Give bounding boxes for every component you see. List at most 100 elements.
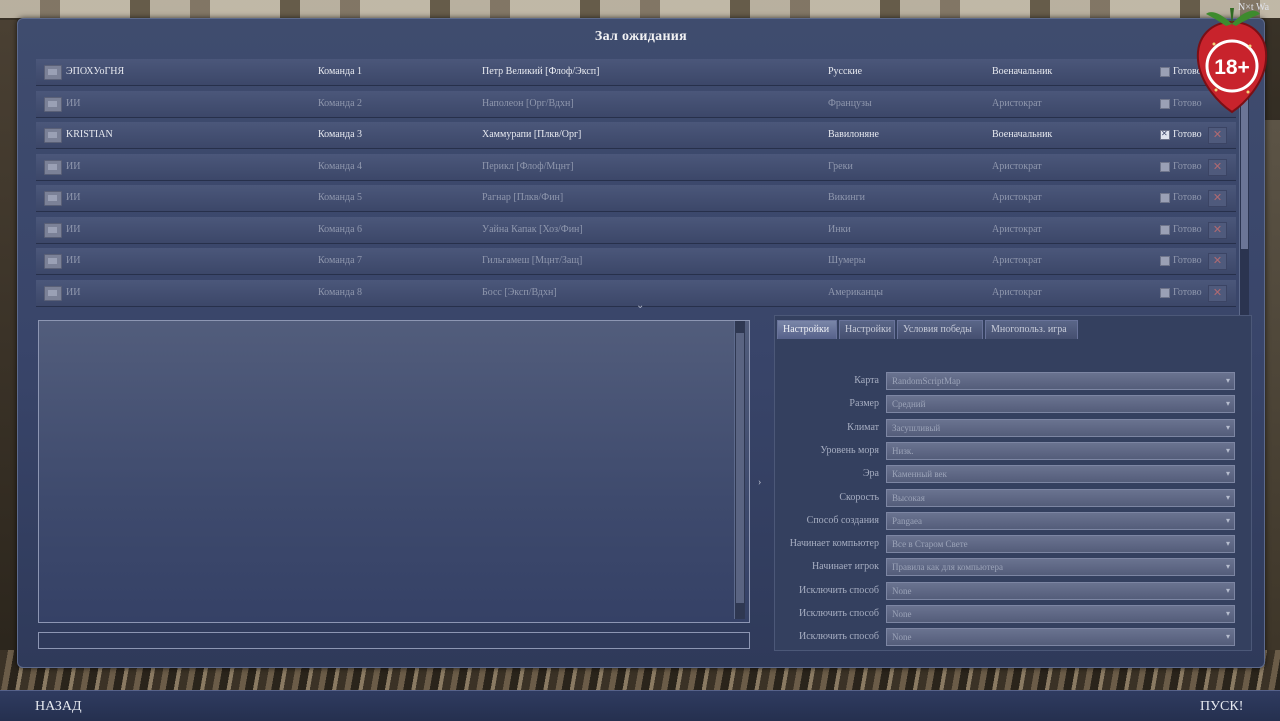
player-name[interactable]: ИИ (66, 224, 80, 235)
chat-input[interactable] (38, 632, 750, 649)
chat-scrollbar[interactable] (734, 321, 745, 619)
ready-label: Готово (1173, 129, 1202, 140)
collapse-arrow-icon[interactable]: ⌄ (636, 300, 644, 311)
setting-dropdown[interactable]: RandomScriptMap ▾ (886, 372, 1235, 390)
setting-value: RandomScriptMap (892, 376, 961, 386)
player-slot-icon[interactable] (44, 285, 62, 301)
ready-label: Готово (1173, 192, 1202, 203)
player-name[interactable]: ИИ (66, 98, 80, 109)
ready-checkbox[interactable] (1160, 98, 1170, 109)
player-team[interactable]: Команда 6 (318, 224, 362, 235)
player-team[interactable]: Команда 7 (318, 255, 362, 266)
kick-player-icon[interactable]: ✕ (1208, 284, 1227, 302)
player-slot-icon[interactable] (44, 159, 62, 175)
player-trait: Аристократ (992, 192, 1042, 203)
player-leader[interactable]: Уайна Капак [Хоз/Фин] (482, 224, 583, 235)
player-leader[interactable]: Петр Великий [Флоф/Эксп] (482, 66, 599, 77)
setting-label: Начинает компьютер (789, 538, 879, 550)
player-row[interactable]: ИИ Команда 7 Гильгамеш [Мцнт/Защ] Шумеры Ари… (36, 248, 1236, 275)
player-trait: Аристократ (992, 97, 1042, 109)
chevron-down-icon: ▾ (1225, 469, 1230, 479)
scrollbar-thumb[interactable] (736, 333, 744, 603)
setting-dropdown[interactable]: Средний ▾ (886, 395, 1235, 414)
setting-label: Эра (862, 468, 879, 480)
start-button[interactable]: ПУСК! (1200, 699, 1243, 715)
setting-dropdown[interactable]: Все в Старом Свете ▾ (886, 535, 1235, 554)
player-leader[interactable]: Босс [Эксп/Вдхн] (482, 287, 557, 298)
setting-dropdown[interactable]: None ▾ (886, 605, 1235, 623)
player-slot-icon[interactable] (44, 96, 62, 112)
settings-tab[interactable]: Настройки (777, 320, 837, 339)
kick-player-icon[interactable]: ✕ (1208, 190, 1227, 207)
setting-dropdown[interactable]: Каменный век ▾ (886, 465, 1235, 484)
panel-divider-arrow-icon[interactable]: › (758, 477, 761, 488)
player-row[interactable]: ЭПОХУоГНЯ Команда 1 Петр Великий [Флоф/Экс… (36, 59, 1236, 86)
setting-dropdown[interactable]: None ▾ (886, 581, 1235, 600)
player-name[interactable]: ИИ (66, 287, 80, 298)
setting-dropdown[interactable]: Засушливый ▾ (886, 418, 1235, 437)
player-team[interactable]: Команда 4 (318, 161, 362, 172)
settings-tab[interactable]: Условия победы (897, 320, 983, 339)
chat-log (38, 320, 750, 623)
player-team[interactable]: Команда 8 (318, 287, 362, 298)
setting-dropdown[interactable]: Pangaea ▾ (886, 511, 1235, 530)
chevron-down-icon: ▾ (1225, 585, 1230, 595)
ready-checkbox[interactable] (1160, 193, 1170, 203)
player-slot-icon[interactable] (44, 128, 62, 143)
player-name[interactable]: ИИ (66, 161, 80, 172)
ready-checkbox[interactable] (1160, 129, 1170, 140)
kick-player-icon[interactable]: ✕ (1208, 253, 1227, 270)
player-leader[interactable]: Гильгамеш [Мцнт/Защ] (482, 255, 582, 266)
setting-dropdown[interactable]: None ▾ (886, 628, 1235, 647)
player-civilization: Русские (828, 66, 863, 77)
setting-label: Климат (847, 421, 879, 433)
ready-checkbox[interactable] (1160, 161, 1170, 172)
ready-checkbox[interactable] (1160, 287, 1170, 298)
ready-label: Готово (1173, 255, 1202, 266)
player-name[interactable]: ИИ (66, 255, 80, 266)
channel-watermark: N×t Wa (1238, 2, 1270, 13)
chevron-down-icon: ▾ (1225, 445, 1230, 455)
kick-player-icon[interactable]: ✕ (1208, 127, 1227, 144)
ready-checkbox[interactable] (1160, 224, 1170, 235)
player-leader[interactable]: Перикл [Флоф/Мцнт] (482, 161, 574, 172)
setting-row: Карта RandomScriptMap ▾ (775, 371, 1251, 391)
player-team[interactable]: Команда 2 (318, 98, 362, 109)
setting-value: Средний (892, 399, 926, 410)
setting-dropdown[interactable]: Правила как для компьютера ▾ (886, 558, 1235, 577)
player-slot-icon[interactable] (44, 254, 62, 269)
player-row[interactable]: ИИ Команда 2 Наполеон [Орг/Вдхн] Французы Ар… (36, 90, 1236, 118)
player-row[interactable]: KRISTIAN Команда 3 Хаммурапи [Плкв/Орг] Вав… (36, 122, 1236, 149)
setting-value: None (892, 632, 912, 643)
player-name[interactable]: ЭПОХУоГНЯ (66, 66, 124, 77)
settings-tab[interactable]: Многопольз. игра (985, 320, 1078, 339)
player-civilization: Шумеры (828, 255, 866, 266)
setting-dropdown[interactable]: Высокая ▾ (886, 488, 1235, 507)
setting-dropdown[interactable]: Низк. ▾ (886, 441, 1235, 460)
setting-row: Исключить способ None ▾ (775, 604, 1251, 624)
back-button[interactable]: НАЗАД (35, 699, 82, 715)
player-leader[interactable]: Наполеон [Орг/Вдхн] (482, 98, 574, 109)
player-leader[interactable]: Хаммурапи [Плкв/Орг] (482, 129, 581, 140)
settings-tab[interactable]: Настройки (839, 320, 895, 339)
player-leader[interactable]: Рагнар [Плкв/Фин] (482, 192, 563, 203)
player-slot-icon[interactable] (44, 65, 62, 80)
player-civilization: Греки (828, 160, 853, 172)
player-row[interactable]: ИИ Команда 6 Уайна Капак [Хоз/Фин] Инки Арис… (36, 216, 1236, 244)
setting-row: Скорость Высокая ▾ (775, 488, 1251, 508)
player-team[interactable]: Команда 5 (318, 192, 362, 203)
kick-player-icon[interactable]: ✕ (1208, 221, 1227, 239)
ready-checkbox[interactable] (1160, 256, 1170, 266)
player-name[interactable]: ИИ (66, 192, 80, 203)
player-row[interactable]: ИИ Команда 4 Перикл [Флоф/Мцнт] Греки Аристо… (36, 153, 1236, 181)
ready-checkbox[interactable] (1160, 67, 1170, 77)
player-slot-icon[interactable] (44, 222, 62, 238)
chevron-down-icon: ▾ (1225, 539, 1230, 549)
ready-label: Готово (1173, 160, 1202, 172)
player-slot-icon[interactable] (44, 191, 62, 206)
player-row[interactable]: ИИ Команда 5 Рагнар [Плкв/Фин] Викинги Арист… (36, 185, 1236, 212)
player-team[interactable]: Команда 1 (318, 66, 362, 77)
kick-player-icon[interactable]: ✕ (1208, 158, 1227, 176)
player-name[interactable]: KRISTIAN (66, 129, 113, 140)
player-team[interactable]: Команда 3 (318, 129, 362, 140)
